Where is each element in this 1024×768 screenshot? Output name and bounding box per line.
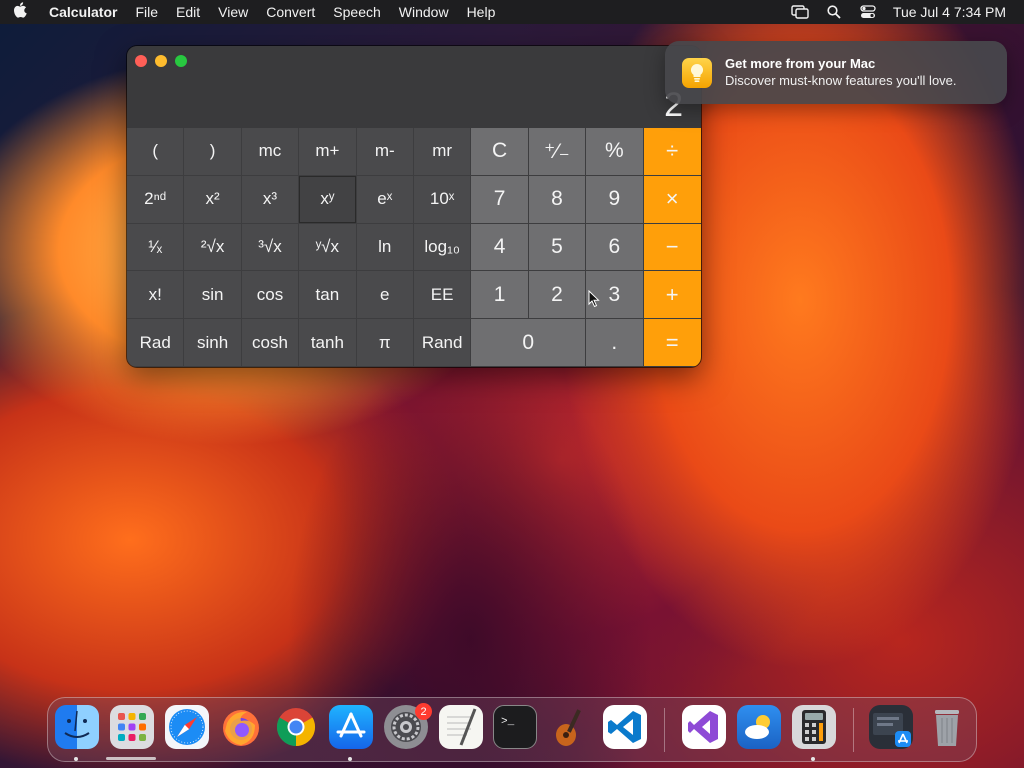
menu-clock[interactable]: Tue Jul 4 7:34 PM <box>885 4 1024 20</box>
app-store-running-indicator <box>348 757 352 761</box>
key-cube-root[interactable]: ³√x <box>241 223 300 272</box>
calculator-window: 2 ( ) mc m+ m- mr C ⁺∕₋ % ÷ 2ⁿᵈ x² x³ xʸ… <box>127 46 701 367</box>
close-window-button[interactable] <box>135 55 147 67</box>
key-multiply[interactable]: × <box>643 175 701 224</box>
key-ee[interactable]: EE <box>413 271 472 320</box>
calculator-titlebar[interactable]: 2 <box>127 46 701 128</box>
menu-help[interactable]: Help <box>458 0 505 24</box>
calculator-running-indicator <box>811 757 815 761</box>
key-log10[interactable]: log₁₀ <box>413 223 472 272</box>
chrome-icon[interactable] <box>274 705 318 749</box>
weather-icon[interactable] <box>737 705 781 749</box>
key-7[interactable]: 7 <box>471 175 529 224</box>
key-x-squared[interactable]: x² <box>184 175 242 224</box>
trash-icon[interactable] <box>925 705 969 749</box>
menu-bar: Calculator File Edit View Convert Speech… <box>0 0 1024 24</box>
key-e[interactable]: e <box>356 271 414 320</box>
key-cos[interactable]: cos <box>241 271 300 320</box>
textedit-icon[interactable] <box>439 705 483 749</box>
tips-lightbulb-icon <box>682 58 712 88</box>
key-divide[interactable]: ÷ <box>643 128 701 176</box>
key-factorial[interactable]: x! <box>127 271 185 320</box>
finder-icon[interactable] <box>55 705 99 749</box>
app-store-icon[interactable] <box>329 705 373 749</box>
key-mr[interactable]: mr <box>413 128 472 176</box>
notification-title: Get more from your Mac <box>725 56 876 71</box>
menu-app-name[interactable]: Calculator <box>40 0 126 24</box>
vscode-icon[interactable] <box>603 705 647 749</box>
key-5[interactable]: 5 <box>528 223 587 272</box>
dock-separator <box>853 708 854 752</box>
key-second-function[interactable]: 2ⁿᵈ <box>127 175 185 224</box>
key-4[interactable]: 4 <box>471 223 529 272</box>
terminal-icon[interactable]: >_ <box>493 705 537 749</box>
menu-view[interactable]: View <box>209 0 257 24</box>
downloads-stack-icon[interactable] <box>869 705 913 749</box>
minimize-window-button[interactable] <box>155 55 167 67</box>
launchpad-hover-indicator <box>106 757 156 760</box>
key-tanh[interactable]: tanh <box>299 319 357 367</box>
key-2[interactable]: 2 <box>528 271 587 320</box>
safari-icon[interactable] <box>165 705 209 749</box>
key-open-paren[interactable]: ( <box>127 128 185 176</box>
key-tan[interactable]: tan <box>299 271 357 320</box>
key-m-minus[interactable]: m- <box>356 128 414 176</box>
key-equals[interactable]: = <box>643 319 701 367</box>
calculator-keypad: ( ) mc m+ m- mr C ⁺∕₋ % ÷ 2ⁿᵈ x² x³ xʸ e… <box>127 128 701 367</box>
notification-body: Discover must-know features you'll love. <box>725 73 957 88</box>
launchpad-icon[interactable] <box>110 705 154 749</box>
firefox-icon[interactable] <box>219 705 263 749</box>
zoom-window-button[interactable] <box>175 55 187 67</box>
key-mc[interactable]: mc <box>241 128 300 176</box>
tips-notification[interactable]: Get more from your Mac Discover must-kno… <box>665 41 1007 104</box>
key-close-paren[interactable]: ) <box>184 128 242 176</box>
menu-convert[interactable]: Convert <box>257 0 324 24</box>
key-rand[interactable]: Rand <box>413 319 472 367</box>
key-subtract[interactable]: − <box>643 223 701 272</box>
control-center-icon[interactable] <box>851 0 885 24</box>
menu-speech[interactable]: Speech <box>324 0 389 24</box>
dock-separator <box>664 708 665 752</box>
key-pi[interactable]: π <box>356 319 414 367</box>
key-rad[interactable]: Rad <box>127 319 185 367</box>
spotlight-search-icon[interactable] <box>817 0 851 24</box>
key-6[interactable]: 6 <box>586 223 644 272</box>
key-add[interactable]: + <box>643 271 701 320</box>
key-decimal[interactable]: . <box>586 319 644 367</box>
key-y-root[interactable]: ʸ√x <box>299 223 357 272</box>
key-1[interactable]: 1 <box>471 271 529 320</box>
screen-mirroring-icon[interactable] <box>783 0 817 24</box>
visual-studio-icon[interactable] <box>682 705 726 749</box>
key-sin[interactable]: sin <box>184 271 242 320</box>
key-ten-power-x[interactable]: 10ˣ <box>413 175 472 224</box>
finder-running-indicator <box>74 757 78 761</box>
calculator-icon[interactable] <box>792 705 836 749</box>
key-0[interactable]: 0 <box>471 319 587 367</box>
key-9[interactable]: 9 <box>586 175 644 224</box>
key-ln[interactable]: ln <box>356 223 414 272</box>
menu-file[interactable]: File <box>126 0 167 24</box>
settings-notification-badge: 2 <box>415 703 432 720</box>
key-square-root[interactable]: ²√x <box>184 223 242 272</box>
menu-window[interactable]: Window <box>390 0 458 24</box>
menu-edit[interactable]: Edit <box>167 0 209 24</box>
key-e-power-x[interactable]: eˣ <box>356 175 414 224</box>
key-sinh[interactable]: sinh <box>184 319 242 367</box>
mouse-pointer-icon <box>588 289 600 313</box>
key-cosh[interactable]: cosh <box>241 319 300 367</box>
key-m-plus[interactable]: m+ <box>299 128 357 176</box>
key-reciprocal[interactable]: ¹⁄ₓ <box>127 223 185 272</box>
key-8[interactable]: 8 <box>528 175 587 224</box>
garageband-icon[interactable] <box>548 705 592 749</box>
key-clear[interactable]: C <box>471 128 529 176</box>
svg-text:>_: >_ <box>501 716 515 728</box>
apple-menu-icon[interactable] <box>0 2 40 22</box>
key-x-cubed[interactable]: x³ <box>241 175 300 224</box>
key-x-power-y[interactable]: xʸ <box>299 175 357 224</box>
key-sign-toggle[interactable]: ⁺∕₋ <box>528 128 587 176</box>
key-percent[interactable]: % <box>586 128 644 176</box>
